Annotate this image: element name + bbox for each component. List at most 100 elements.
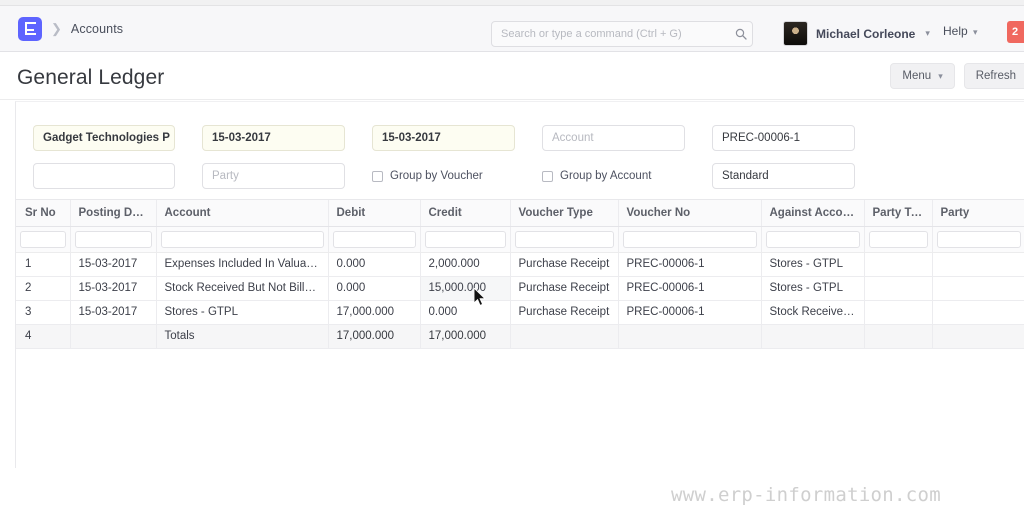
search-input[interactable] <box>492 28 730 40</box>
table-row[interactable]: 3 15-03-2017 Stores - GTPL 17,000.000 0.… <box>16 300 1024 325</box>
cell-voucher-no[interactable]: PREC-00006-1 <box>618 276 762 301</box>
cell-account[interactable]: Stores - GTPL <box>156 300 329 325</box>
filter-cell-account <box>156 226 329 253</box>
menu-button-label: Menu <box>902 70 932 82</box>
user-name-label: Michael Corleone <box>816 26 916 41</box>
column-filter-voucher-no[interactable] <box>622 230 757 248</box>
global-search[interactable] <box>491 21 753 47</box>
cell-credit: 15,000.000 <box>420 276 511 301</box>
filter-cell-voucher-no <box>618 226 762 253</box>
logo-letter-e-glyph <box>24 22 36 35</box>
column-filter-account[interactable] <box>160 230 324 248</box>
column-header-against-account[interactable]: Against Account <box>761 200 865 227</box>
cell-sr-no: 2 <box>16 276 71 301</box>
cell-against-account[interactable]: Stores - GTPL <box>761 252 865 277</box>
filter-report-type[interactable]: Standard <box>712 163 855 189</box>
breadcrumb-accounts[interactable]: Accounts <box>71 22 123 36</box>
filter-group-by-voucher[interactable]: Group by Voucher <box>372 170 515 182</box>
filter-group-by-account[interactable]: Group by Account <box>542 170 685 182</box>
help-label: Help <box>943 24 968 38</box>
cell-debit: 0.000 <box>328 276 421 301</box>
column-header-account[interactable]: Account <box>156 200 329 227</box>
column-header-party[interactable]: Party <box>932 200 1024 227</box>
cell-posting-date: 15-03-2017 <box>70 276 157 301</box>
column-filter-party[interactable] <box>936 230 1021 248</box>
table-header-row: Sr No Posting Date Account Debit Credit … <box>16 200 1024 227</box>
page-actions: Menu ▾ Refresh <box>890 63 1024 89</box>
cell-against-account[interactable]: Stores - GTPL <box>761 276 865 301</box>
checkbox-icon[interactable] <box>372 170 383 182</box>
cell-credit: 0.000 <box>420 300 511 325</box>
cell-voucher-no[interactable]: PREC-00006-1 <box>618 252 762 277</box>
column-filter-voucher-type[interactable] <box>514 230 614 248</box>
notification-badge[interactable]: 2 <box>1007 21 1024 43</box>
filter-cost-center[interactable] <box>33 163 175 189</box>
breadcrumb-chevron-icon: ❯ <box>51 20 62 36</box>
cell-voucher-type: Purchase Receipt <box>510 300 619 325</box>
filter-row-1: Gadget Technologies P 15-03-2017 15-03-2… <box>33 119 1024 157</box>
top-navbar: ❯ Accounts Michael Corleone ▾ Help ▾ 2 <box>0 6 1024 52</box>
column-filter-credit[interactable] <box>424 230 506 248</box>
cell-posting-date: 15-03-2017 <box>70 300 157 325</box>
cell-account[interactable]: Stock Received But Not Billed - ... <box>156 276 329 301</box>
table-row[interactable]: 2 15-03-2017 Stock Received But Not Bill… <box>16 276 1024 301</box>
column-filter-debit[interactable] <box>332 230 416 248</box>
column-header-voucher-type[interactable]: Voucher Type <box>510 200 619 227</box>
filter-to-date[interactable]: 15-03-2017 <box>372 125 515 151</box>
table-body: 1 15-03-2017 Expenses Included In Valuat… <box>16 226 1024 349</box>
report-filters: Gadget Technologies P 15-03-2017 15-03-2… <box>16 102 1024 195</box>
column-header-posting-date[interactable]: Posting Date <box>70 200 157 227</box>
ledger-table: Sr No Posting Date Account Debit Credit … <box>16 200 1024 349</box>
column-filter-posting-date[interactable] <box>74 230 152 248</box>
cell-voucher-no[interactable]: PREC-00006-1 <box>618 300 762 325</box>
refresh-button[interactable]: Refresh <box>963 63 1024 89</box>
search-icon[interactable] <box>730 28 752 40</box>
erpnext-app-window: ❯ Accounts Michael Corleone ▾ Help ▾ 2 <box>0 0 1024 512</box>
refresh-button-label: Refresh <box>975 70 1016 82</box>
general-ledger-table: Sr No Posting Date Account Debit Credit … <box>16 199 1024 466</box>
group-by-voucher-label: Group by Voucher <box>390 170 483 182</box>
cell-debit: 17,000.000 <box>328 300 421 325</box>
help-menu[interactable]: Help ▾ <box>943 24 978 38</box>
column-filter-against-account[interactable] <box>765 230 860 248</box>
notification-count: 2 <box>1012 26 1019 38</box>
column-filter-sr-no[interactable] <box>20 230 66 248</box>
cell-party <box>932 324 1024 349</box>
cell-account[interactable]: Expenses Included In Valuation ... <box>156 252 329 277</box>
navbar-breadcrumb-area: ❯ Accounts <box>0 16 123 41</box>
cell-posting-date: 15-03-2017 <box>70 252 157 277</box>
column-header-credit[interactable]: Credit <box>420 200 511 227</box>
cell-party-type <box>864 300 933 325</box>
cell-credit: 17,000.000 <box>420 324 511 349</box>
filter-company[interactable]: Gadget Technologies P <box>33 125 175 151</box>
watermark: www.erp-information.com <box>671 484 941 506</box>
page-header: General Ledger Menu ▾ Refresh <box>0 52 1024 100</box>
cell-debit: 0.000 <box>328 252 421 277</box>
cell-sr-no: 1 <box>16 252 71 277</box>
cell-party <box>932 252 1024 277</box>
column-header-voucher-no[interactable]: Voucher No <box>618 200 762 227</box>
cell-party-type <box>864 324 933 349</box>
menu-chevron-down-icon: ▾ <box>938 70 943 81</box>
table-row[interactable]: 1 15-03-2017 Expenses Included In Valuat… <box>16 252 1024 277</box>
menu-button[interactable]: Menu ▾ <box>890 63 955 89</box>
cell-party <box>932 300 1024 325</box>
cell-against-account[interactable]: Stock Received B... <box>761 300 865 325</box>
column-header-debit[interactable]: Debit <box>328 200 421 227</box>
erpnext-logo-icon[interactable] <box>18 16 42 41</box>
cell-credit: 2,000.000 <box>420 252 511 277</box>
user-menu[interactable]: Michael Corleone ▾ <box>783 21 930 46</box>
column-header-party-type[interactable]: Party Type <box>864 200 933 227</box>
column-filter-party-type[interactable] <box>868 230 928 248</box>
filter-account[interactable]: Account <box>542 125 685 151</box>
cell-debit: 17,000.000 <box>328 324 421 349</box>
filter-party[interactable]: Party <box>202 163 345 189</box>
filter-voucher-no[interactable]: PREC-00006-1 <box>712 125 855 151</box>
checkbox-icon[interactable] <box>542 170 553 182</box>
column-header-sr-no[interactable]: Sr No <box>16 200 71 227</box>
filter-from-date[interactable]: 15-03-2017 <box>202 125 345 151</box>
chevron-down-icon: ▾ <box>925 28 930 38</box>
avatar[interactable] <box>783 21 808 46</box>
group-by-account-label: Group by Account <box>560 170 652 182</box>
cell-voucher-type: Purchase Receipt <box>510 276 619 301</box>
